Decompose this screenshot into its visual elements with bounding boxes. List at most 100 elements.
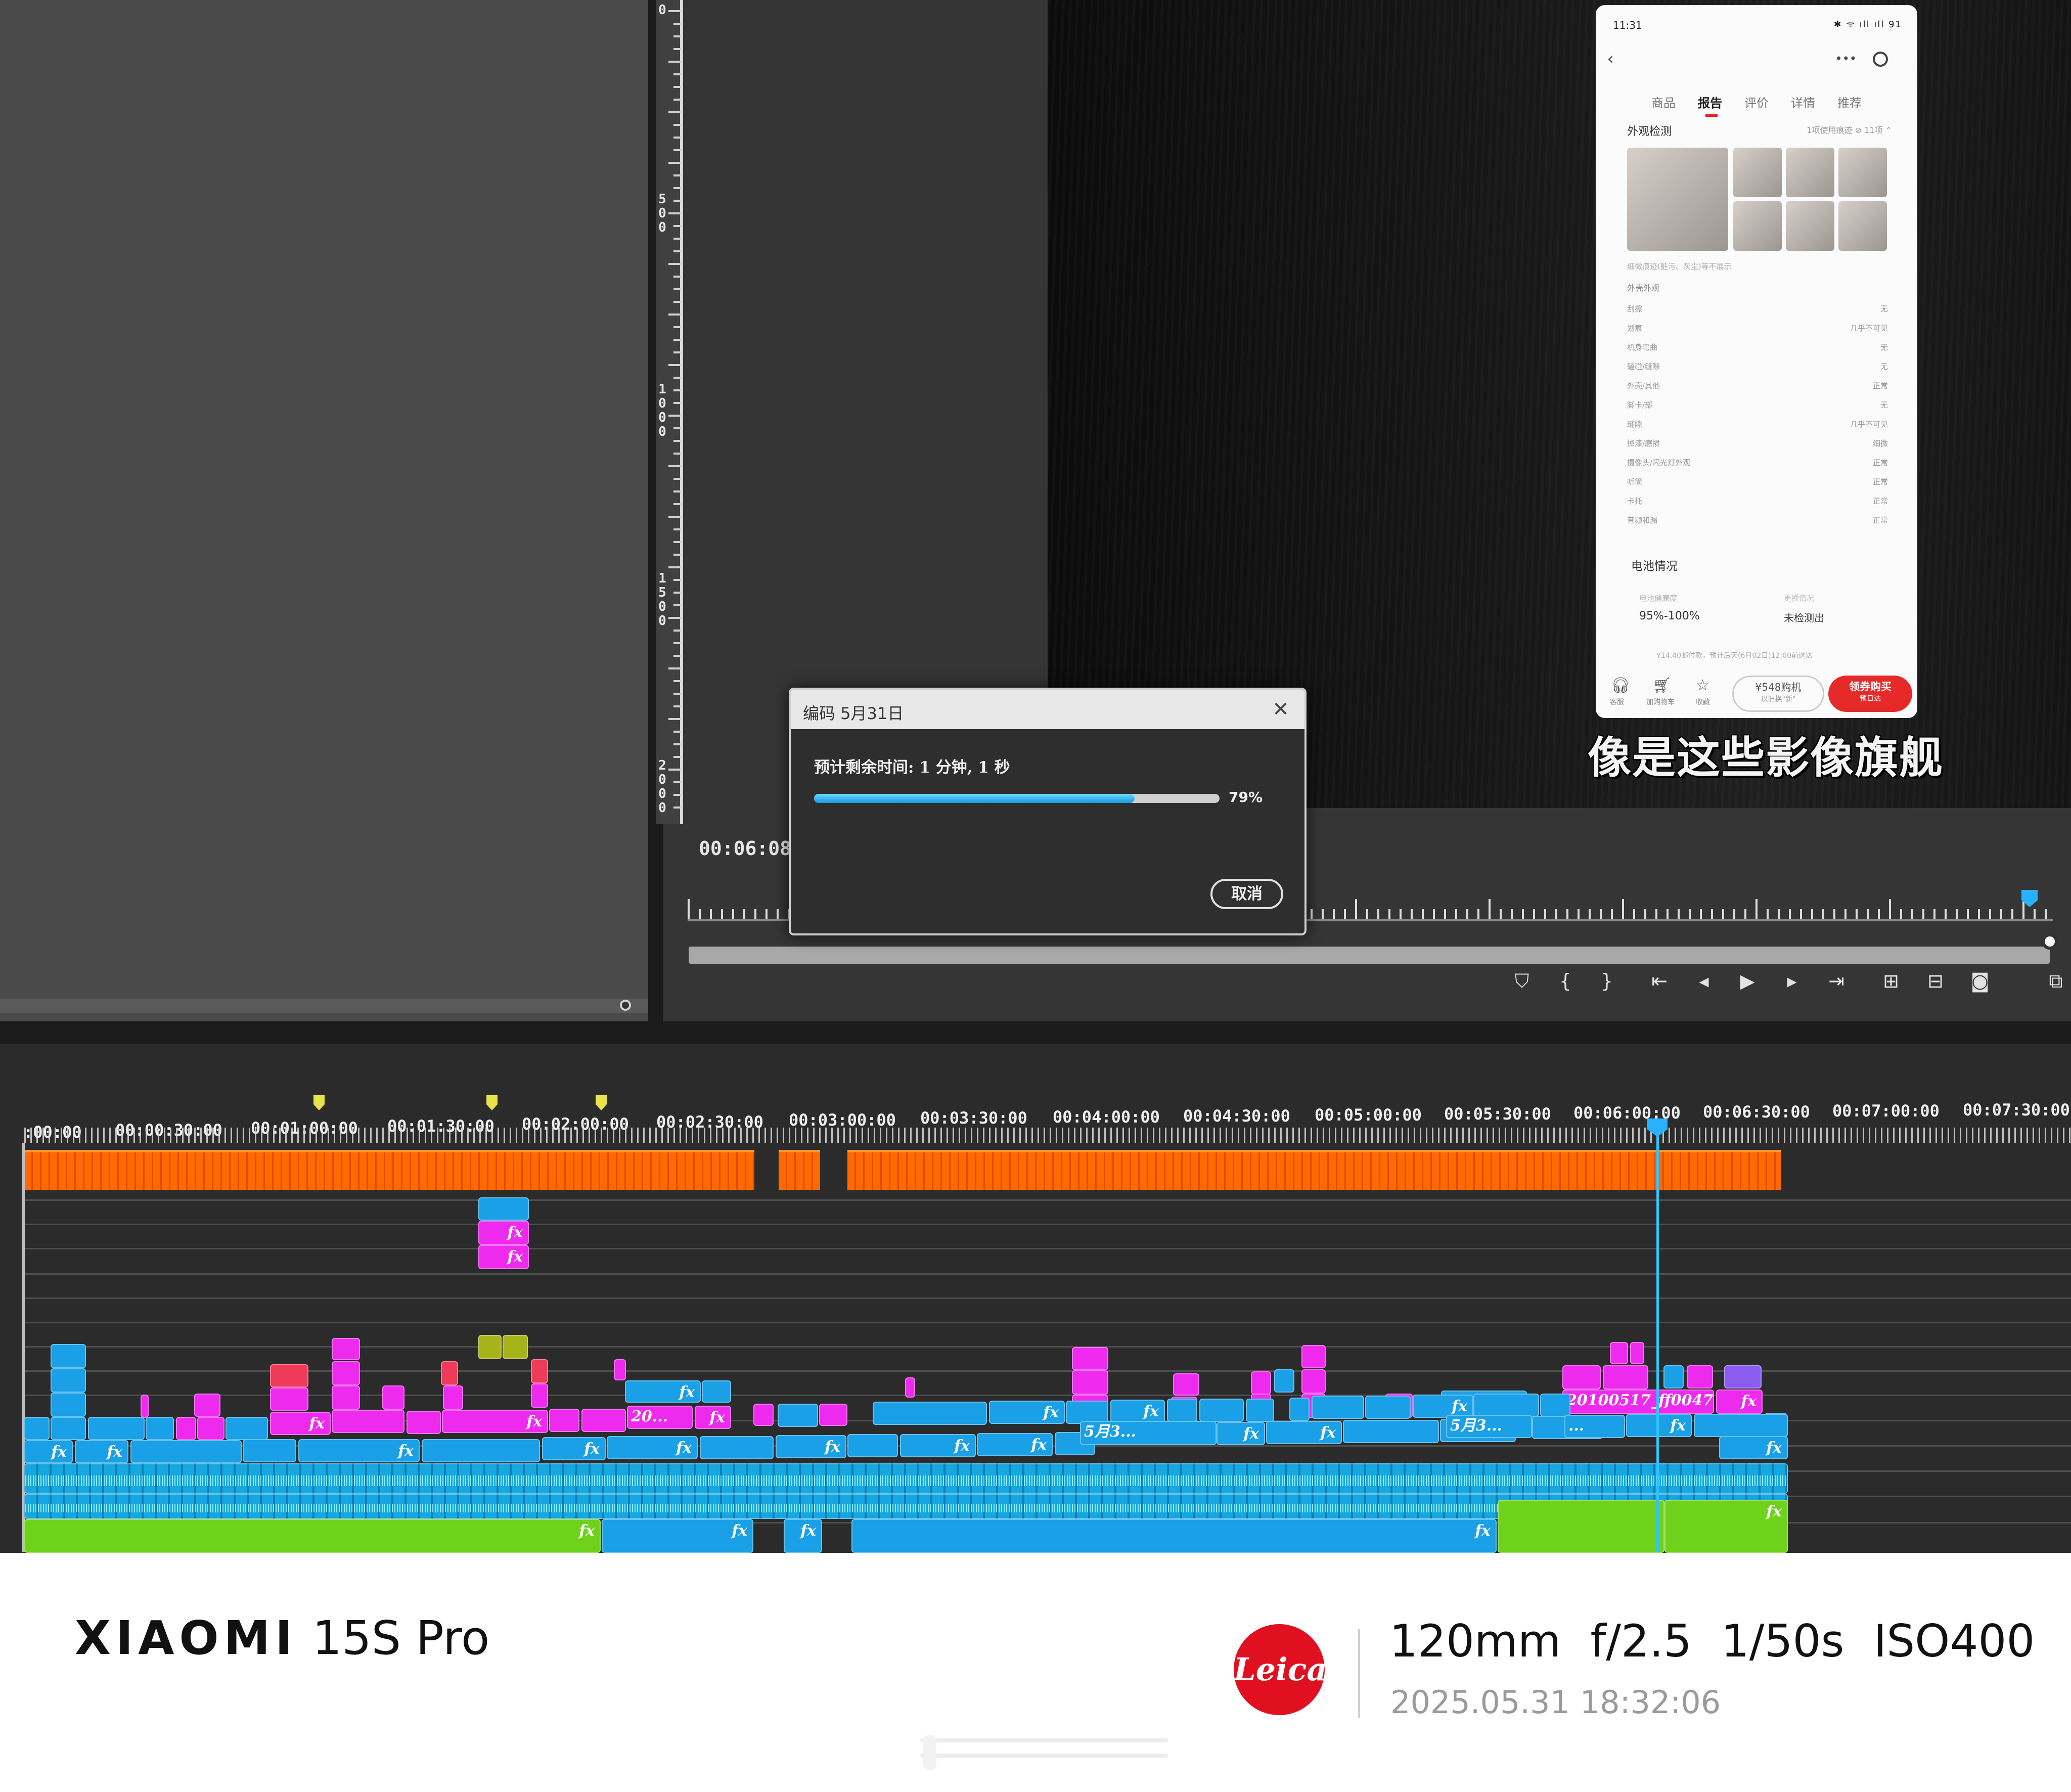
video-clip[interactable]: fx <box>1110 1400 1165 1423</box>
timeline-divider[interactable] <box>0 1021 2071 1044</box>
video-clip[interactable] <box>1630 1342 1644 1364</box>
video-clip[interactable] <box>197 1417 224 1440</box>
video-clip[interactable] <box>1289 1398 1310 1421</box>
video-clip[interactable]: fx <box>784 1519 822 1553</box>
video-clip[interactable]: fx <box>24 1440 73 1463</box>
video-clip[interactable] <box>141 1395 149 1418</box>
video-clip[interactable] <box>1072 1370 1108 1395</box>
video-clip[interactable] <box>51 1368 86 1393</box>
video-clip[interactable] <box>614 1359 626 1380</box>
video-clip[interactable] <box>1540 1394 1570 1417</box>
video-clip[interactable] <box>1610 1342 1628 1364</box>
video-clip[interactable] <box>51 1344 86 1368</box>
video-clip[interactable] <box>194 1394 220 1417</box>
video-clip[interactable] <box>443 1385 463 1410</box>
video-clip[interactable] <box>1498 1500 1664 1553</box>
video-clip[interactable]: fx <box>977 1433 1053 1456</box>
video-clip[interactable] <box>549 1409 579 1432</box>
go-to-out-icon[interactable]: ⇥ <box>1821 966 1852 996</box>
video-clip[interactable] <box>332 1385 360 1410</box>
monitor-timecode[interactable]: 00:06:08: <box>699 837 803 860</box>
video-clip[interactable]: fx <box>542 1437 606 1460</box>
video-clip[interactable]: fx <box>900 1434 976 1457</box>
dialog-titlebar[interactable]: 编码 5月31日 ✕ <box>791 690 1304 729</box>
video-clip[interactable]: 20100517_ff0047... <box>1562 1390 1714 1414</box>
step-back-icon[interactable]: ◂ <box>1689 966 1719 996</box>
video-clip[interactable] <box>1274 1369 1294 1393</box>
video-clip[interactable] <box>905 1377 915 1398</box>
video-clip[interactable] <box>1167 1399 1197 1422</box>
monitor-zoom-scrollbar[interactable] <box>689 947 2050 964</box>
video-clip[interactable] <box>847 1434 898 1457</box>
source-panel-scrollbar[interactable] <box>0 999 648 1013</box>
video-clip[interactable] <box>176 1417 196 1440</box>
video-clip[interactable] <box>1251 1371 1271 1395</box>
video-clip[interactable]: fx <box>695 1406 731 1429</box>
video-clip[interactable] <box>1562 1365 1601 1390</box>
video-clip[interactable] <box>819 1404 847 1426</box>
extract-icon[interactable]: ⊟ <box>1920 966 1951 996</box>
video-clip[interactable] <box>332 1410 404 1433</box>
video-clip[interactable] <box>1724 1365 1762 1388</box>
video-clip[interactable] <box>700 1436 774 1459</box>
video-clip[interactable] <box>1663 1365 1684 1388</box>
video-clip[interactable]: ... <box>1564 1415 1625 1438</box>
video-clip[interactable] <box>130 1440 242 1463</box>
video-clip[interactable] <box>1301 1345 1326 1368</box>
video-clip[interactable]: fx <box>1664 1500 1788 1553</box>
video-clip[interactable] <box>1687 1365 1713 1388</box>
video-clip[interactable] <box>1199 1399 1244 1422</box>
video-clip[interactable] <box>531 1359 548 1383</box>
video-clip[interactable] <box>778 1404 818 1427</box>
video-clip[interactable]: fx <box>478 1221 529 1245</box>
video-clip[interactable] <box>478 1335 502 1359</box>
button-editor-icon[interactable]: ⧉ <box>2041 966 2071 996</box>
mark-out-icon[interactable]: } <box>1592 966 1622 996</box>
video-clip[interactable] <box>441 1361 458 1385</box>
video-clip[interactable]: fx <box>1626 1414 1692 1437</box>
video-clip[interactable] <box>332 1361 360 1385</box>
lift-icon[interactable]: ⊞ <box>1876 966 1906 996</box>
video-clip[interactable] <box>503 1335 528 1359</box>
video-clip[interactable] <box>1365 1396 1411 1419</box>
video-clip[interactable]: fx <box>442 1410 548 1433</box>
video-clip[interactable]: fx <box>776 1435 846 1458</box>
timeline-playhead-line[interactable] <box>1656 1123 1659 1552</box>
video-clip[interactable] <box>531 1383 548 1408</box>
play-icon[interactable]: ▶ <box>1732 966 1763 996</box>
video-clip[interactable] <box>581 1409 626 1432</box>
video-clip[interactable]: 5月3... <box>1080 1421 1217 1445</box>
video-clip[interactable] <box>1312 1396 1364 1419</box>
video-clip[interactable] <box>382 1385 404 1410</box>
video-clip[interactable] <box>1072 1347 1108 1370</box>
video-clip[interactable] <box>88 1417 145 1440</box>
video-clip[interactable] <box>1246 1399 1274 1422</box>
video-clip[interactable] <box>1603 1365 1648 1390</box>
video-clip[interactable] <box>1473 1394 1539 1417</box>
video-clip[interactable] <box>146 1417 174 1440</box>
video-clip[interactable]: fx <box>989 1401 1065 1424</box>
video-clip[interactable] <box>478 1197 529 1221</box>
video-clip[interactable]: fx <box>75 1440 128 1463</box>
video-clip[interactable]: fx <box>24 1519 601 1553</box>
video-clip[interactable]: 5月3... <box>1446 1415 1532 1438</box>
video-clip[interactable] <box>332 1338 360 1360</box>
video-clip[interactable] <box>270 1364 308 1387</box>
video-clip[interactable]: fx <box>270 1412 331 1435</box>
video-clip[interactable]: fx <box>298 1439 420 1462</box>
video-clip[interactable] <box>270 1387 308 1411</box>
add-marker-icon[interactable]: ⛉ <box>1507 966 1537 996</box>
video-clip[interactable]: fx <box>1217 1422 1265 1445</box>
video-clip[interactable] <box>51 1417 86 1440</box>
video-clip[interactable]: fx <box>602 1519 753 1553</box>
video-clip[interactable] <box>753 1404 774 1426</box>
video-clip[interactable]: fx <box>607 1436 698 1459</box>
video-clip[interactable]: fx <box>1716 1390 1763 1414</box>
video-clip[interactable] <box>1173 1373 1199 1396</box>
video-clip[interactable] <box>1301 1369 1326 1394</box>
audio-clip[interactable] <box>24 1463 1788 1494</box>
video-clip[interactable] <box>422 1439 540 1462</box>
video-clip[interactable] <box>1694 1414 1788 1437</box>
video-clip[interactable] <box>51 1393 86 1417</box>
scrollbar-handle[interactable] <box>2042 933 2058 950</box>
